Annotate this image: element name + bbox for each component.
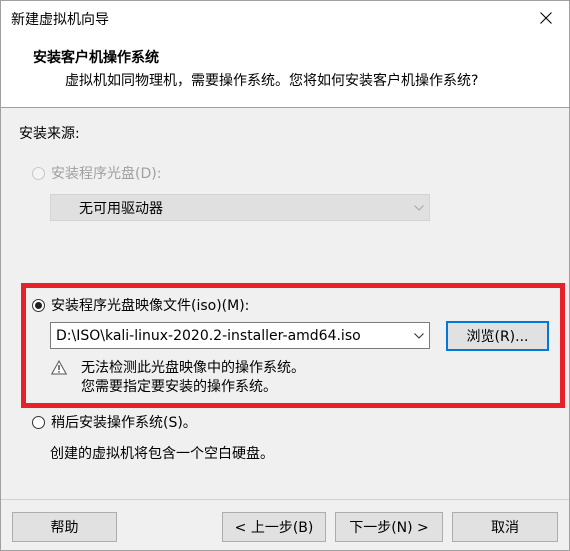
later-option-radio[interactable] [32,415,45,429]
iso-option-radio[interactable] [32,298,45,312]
window-title: 新建虚拟机向导 [11,12,109,28]
drive-select-arrow [409,195,429,220]
next-button[interactable]: 下一步(N) > [335,512,443,542]
later-option-note: 创建的虚拟机将包含一个空白硬盘。 [50,446,274,462]
close-icon [540,12,552,24]
drive-select-value: 无可用驱动器 [79,200,163,217]
cancel-button[interactable]: 取消 [452,512,558,542]
title-bar: 新建虚拟机向导 [1,1,569,35]
disc-option-label: 安装程序光盘(D): [51,166,162,182]
later-option-row: 稍后安装操作系统(S)。 [32,412,197,432]
warning-text-line2: 您需要指定要安装的操作系统。 [81,379,277,395]
new-vm-wizard-window: 新建虚拟机向导 安装客户机操作系统 虚拟机如同物理机，需要操作系统。您将如何安装… [0,0,570,551]
disc-option-row: 安装程序光盘(D): [32,163,161,183]
help-button[interactable]: 帮助 [12,512,117,542]
chevron-down-icon [414,332,424,339]
browse-button[interactable]: 浏览(R)... [446,321,549,351]
drive-select[interactable]: 无可用驱动器 [50,194,430,221]
iso-path-combo[interactable]: D:\ISO\kali-linux-2020.2-installer-amd64… [50,322,430,349]
back-button[interactable]: < 上一步(B) [222,512,326,542]
warning-text-line1: 无法检测此光盘映像中的操作系统。 [81,360,305,376]
page-description: 虚拟机如同物理机，需要操作系统。您将如何安装客户机操作系统? [65,73,479,89]
iso-option-label: 安装程序光盘映像文件(iso)(M): [51,298,250,314]
page-title: 安装客户机操作系统 [33,50,159,66]
wizard-header: 安装客户机操作系统 虚拟机如同物理机，需要操作系统。您将如何安装客户机操作系统? [1,35,569,108]
install-source-label: 安装来源: [19,126,80,142]
footer-divider [1,499,569,500]
chevron-down-icon [414,204,424,211]
iso-path-value: D:\ISO\kali-linux-2020.2-installer-amd64… [56,327,361,344]
warning-icon [51,360,67,375]
disc-option-radio[interactable] [32,166,45,180]
later-option-label: 稍后安装操作系统(S)。 [51,415,197,431]
iso-path-arrow[interactable] [409,323,429,348]
close-button[interactable] [523,1,569,35]
iso-option-row: 安装程序光盘映像文件(iso)(M): [32,295,249,315]
